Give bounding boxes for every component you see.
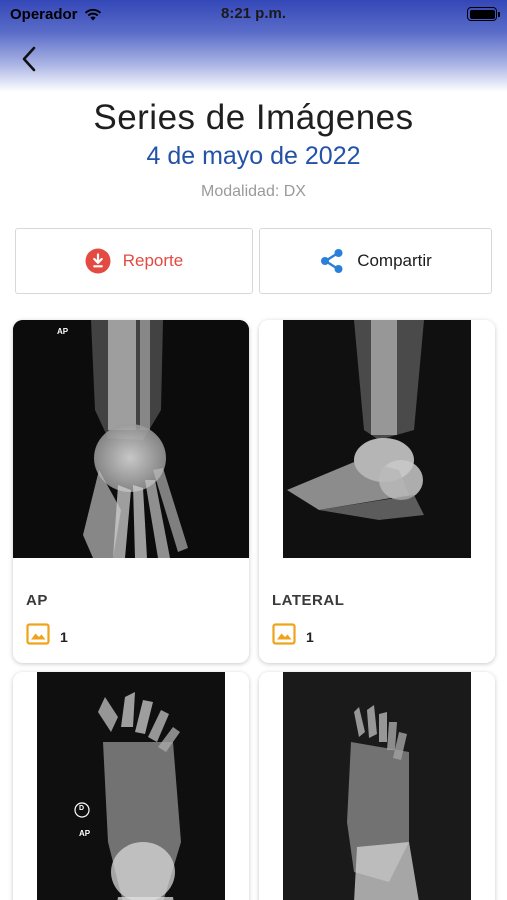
download-circle-icon [85, 248, 111, 274]
chevron-left-icon [22, 46, 36, 72]
series-name: AP [26, 592, 48, 609]
share-button[interactable]: Compartir [259, 228, 492, 294]
image-icon [272, 623, 296, 645]
xray-thumbnail: D AP [13, 672, 249, 900]
image-count-value: 1 [60, 629, 68, 645]
series-card-4[interactable] [259, 672, 495, 900]
image-count: 1 [26, 623, 68, 645]
xray-thumbnail [259, 672, 495, 900]
xray-thumbnail [259, 320, 495, 558]
xray-thumbnail: AP [13, 320, 249, 558]
back-button[interactable] [14, 44, 44, 74]
series-card-lateral[interactable]: LATERAL 1 [259, 320, 495, 663]
modality-label: Modalidad: DX [201, 183, 306, 200]
image-count-value: 1 [306, 629, 314, 645]
series-card-3[interactable]: D AP [13, 672, 249, 900]
study-date: 4 de mayo de 2022 [146, 142, 361, 170]
image-icon [26, 623, 50, 645]
xray-overlay-label: D [79, 805, 85, 812]
share-button-label: Compartir [357, 251, 432, 270]
page-title: Series de Imágenes [93, 98, 414, 137]
status-time: 8:21 p.m. [220, 5, 287, 22]
xray-overlay-label: AP [57, 327, 69, 336]
xray-overlay-label: AP [79, 829, 91, 838]
report-button-label: Reporte [122, 251, 184, 270]
report-button[interactable]: Reporte [15, 228, 253, 294]
image-count: 1 [272, 623, 314, 645]
series-card-ap[interactable]: AP AP 1 [13, 320, 249, 663]
series-name: LATERAL [272, 592, 345, 609]
share-icon [321, 249, 343, 273]
